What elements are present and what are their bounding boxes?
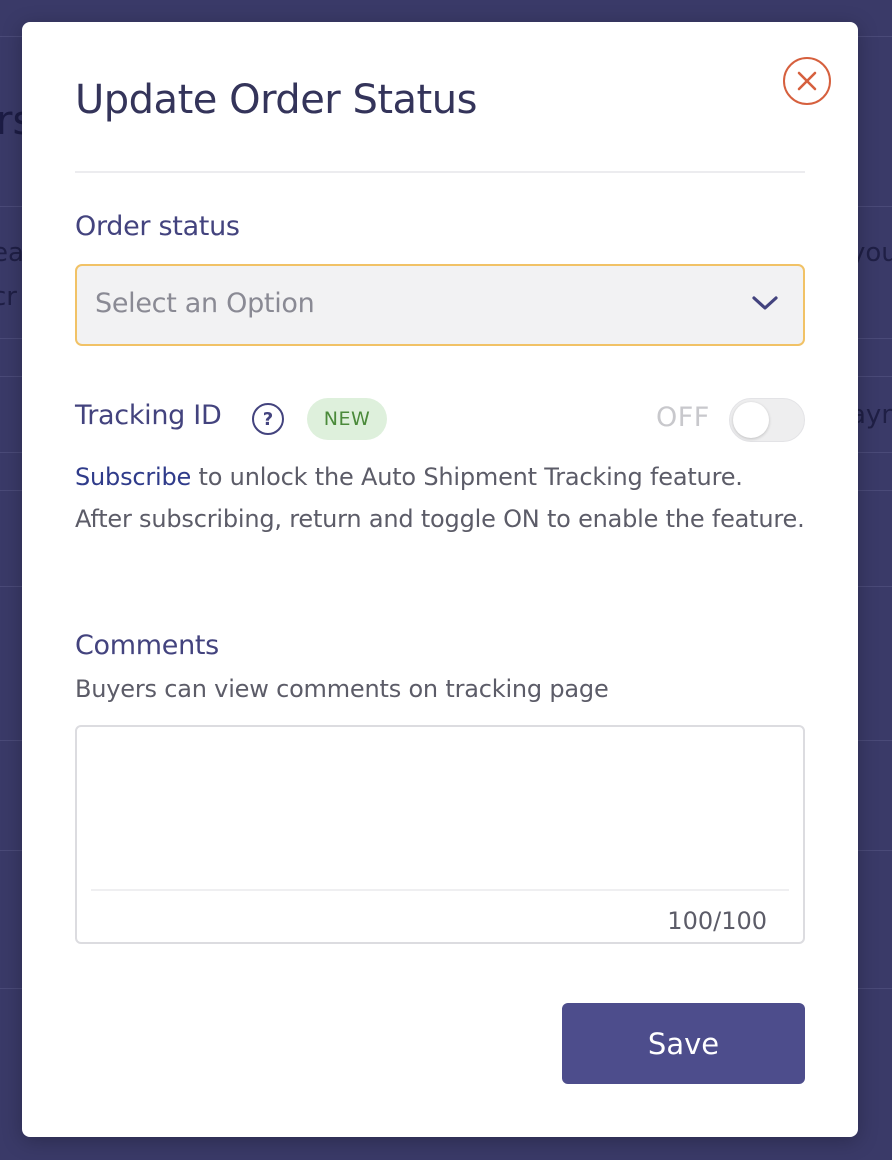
- toggle-state-label: OFF: [656, 402, 710, 433]
- subscribe-description: Subscribe to unlock the Auto Shipment Tr…: [75, 456, 805, 540]
- order-status-label: Order status: [75, 211, 240, 242]
- close-icon: [797, 71, 817, 91]
- subscribe-link[interactable]: Subscribe: [75, 463, 191, 491]
- save-button[interactable]: Save: [562, 1003, 805, 1084]
- comments-field: 100/100: [75, 725, 805, 944]
- background-text-fragment: ea: [0, 238, 24, 268]
- question-circle-icon[interactable]: ?: [252, 403, 284, 435]
- tracking-id-label: Tracking ID: [75, 400, 222, 431]
- chevron-down-icon: [751, 294, 779, 316]
- new-badge: NEW: [307, 398, 387, 440]
- comments-label: Comments: [75, 630, 219, 661]
- order-status-select[interactable]: Select an Option: [75, 264, 805, 346]
- comments-hint: Buyers can view comments on tracking pag…: [75, 675, 609, 703]
- tracking-toggle[interactable]: [729, 398, 805, 442]
- order-status-placeholder: Select an Option: [95, 288, 315, 319]
- title-divider: [75, 171, 805, 173]
- tracking-id-row: Tracking ID ? NEW OFF: [75, 398, 805, 442]
- close-button[interactable]: [783, 57, 831, 105]
- character-counter: 100/100: [667, 907, 767, 935]
- comments-textarea[interactable]: [91, 737, 791, 889]
- toggle-knob: [733, 402, 769, 438]
- comments-divider: [91, 889, 789, 891]
- modal-title: Update Order Status: [75, 77, 477, 123]
- update-order-status-modal: Update Order Status Order status Select …: [22, 22, 858, 1137]
- background-text-fragment: cr: [0, 282, 17, 312]
